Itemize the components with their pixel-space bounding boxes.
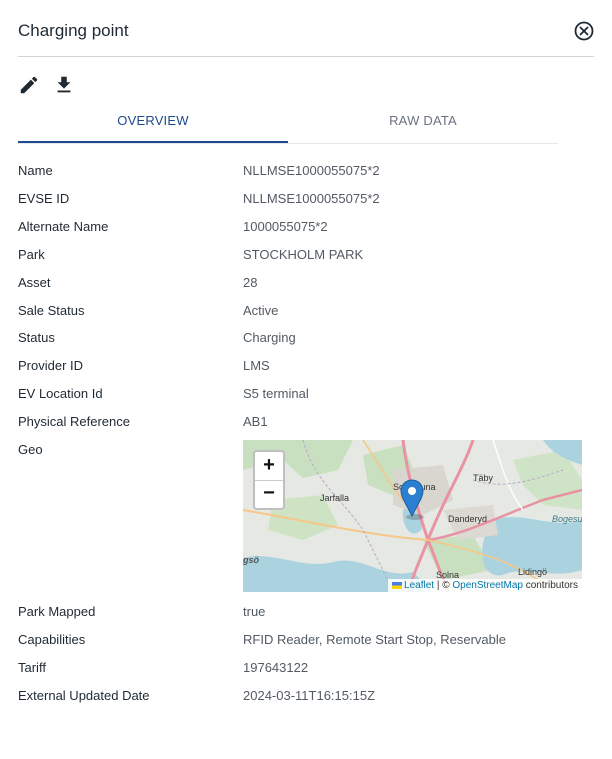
field-row-name: Name NLLMSE1000055075*2	[18, 163, 594, 191]
attribution-separator: | ©	[434, 580, 453, 591]
map-place-label: Täby	[473, 473, 494, 483]
field-label: Park Mapped	[18, 604, 96, 619]
field-label: Physical Reference	[18, 414, 130, 429]
close-circle-icon	[574, 21, 594, 41]
field-label: Alternate Name	[18, 219, 109, 234]
field-value: NLLMSE1000055075*2	[243, 163, 380, 178]
field-value: 28	[243, 275, 258, 290]
map-zoom-control: + −	[253, 450, 285, 510]
map-place-label: Jarfalla	[320, 493, 349, 503]
field-label: Geo	[18, 442, 43, 457]
field-row-tariff: Tariff 197643122	[18, 660, 594, 688]
field-value: STOCKHOLM PARK	[243, 247, 364, 262]
field-value: RFID Reader, Remote Start Stop, Reservab…	[243, 632, 507, 647]
field-label: External Updated Date	[18, 688, 150, 703]
field-row-park-mapped: Park Mapped true	[18, 604, 594, 632]
field-value: Active	[243, 303, 279, 318]
field-row-sale-status: Sale Status Active	[18, 303, 594, 331]
close-button[interactable]	[574, 21, 594, 41]
download-icon	[57, 76, 71, 93]
field-row-park: Park STOCKHOLM PARK	[18, 247, 594, 275]
field-label: Name	[18, 163, 53, 178]
field-row-alternate-name: Alternate Name 1000055075*2	[18, 219, 594, 247]
field-value: S5 terminal	[243, 386, 309, 401]
tab-raw-data[interactable]: RAW DATA	[288, 106, 558, 142]
map-attribution: Leaflet | © OpenStreetMap contributors	[388, 579, 582, 592]
edit-button[interactable]	[18, 74, 40, 96]
field-label: EV Location Id	[18, 386, 103, 401]
map-place-label: gsö	[243, 555, 260, 565]
field-label: Asset	[18, 275, 51, 290]
ukraine-flag-icon	[392, 581, 403, 589]
geo-map[interactable]: Jarfalla Sollentuna Täby Danderyd Bogesu…	[243, 440, 582, 592]
openstreetmap-link[interactable]: OpenStreetMap	[452, 580, 523, 591]
field-label: Park	[18, 247, 45, 262]
field-value: AB1	[243, 414, 268, 429]
field-row-external-updated-date: External Updated Date 2024-03-11T16:15:1…	[18, 688, 594, 716]
field-value: true	[243, 604, 266, 619]
field-value: NLLMSE1000055075*2	[243, 191, 380, 206]
field-row-ev-location-id: EV Location Id S5 terminal	[18, 386, 594, 414]
download-button[interactable]	[53, 74, 75, 96]
field-row-capabilities: Capabilities RFID Reader, Remote Start S…	[18, 632, 594, 660]
map-tiles: Jarfalla Sollentuna Täby Danderyd Bogesu…	[243, 440, 582, 592]
charging-point-dialog: Charging point OVERVIEW RAW DATA Name NL…	[0, 0, 612, 759]
tab-bar: OVERVIEW RAW DATA	[18, 106, 558, 144]
pencil-icon	[20, 76, 38, 94]
field-value: 2024-03-11T16:15:15Z	[243, 688, 376, 703]
field-row-asset: Asset 28	[18, 275, 594, 303]
field-row-physical-reference: Physical Reference AB1	[18, 414, 594, 442]
map-place-label: Bogesu	[552, 514, 582, 524]
map-place-label: Danderyd	[448, 514, 487, 524]
field-value: 197643122	[243, 660, 309, 675]
dialog-title: Charging point	[18, 21, 129, 40]
field-label: Capabilities	[18, 632, 86, 647]
field-value: 1000055075*2	[243, 219, 328, 234]
field-label: Status	[18, 330, 55, 345]
map-place-label: Lidingö	[518, 567, 547, 577]
field-row-evse-id: EVSE ID NLLMSE1000055075*2	[18, 191, 594, 219]
field-label: Provider ID	[18, 358, 84, 373]
field-value: LMS	[243, 358, 270, 373]
dialog-header: Charging point	[18, 18, 594, 57]
zoom-out-button[interactable]: −	[255, 480, 283, 508]
field-label: Tariff	[18, 660, 46, 675]
field-row-status: Status Charging	[18, 330, 594, 358]
attribution-tail: contributors	[522, 580, 578, 591]
field-label: Sale Status	[18, 303, 85, 318]
zoom-in-button[interactable]: +	[255, 452, 283, 481]
field-row-provider-id: Provider ID LMS	[18, 358, 594, 386]
field-label: EVSE ID	[18, 191, 70, 206]
field-value: Charging	[243, 330, 296, 345]
tab-overview[interactable]: OVERVIEW	[18, 106, 288, 143]
leaflet-link[interactable]: Leaflet	[404, 580, 434, 591]
